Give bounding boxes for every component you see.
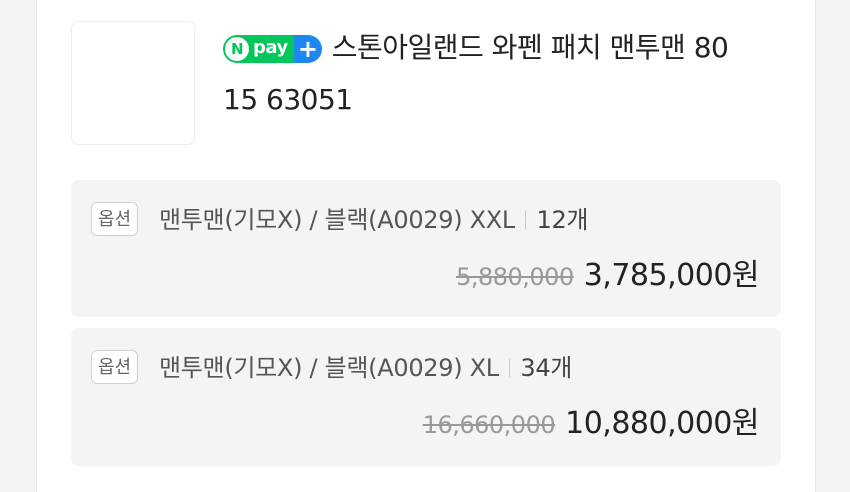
product-title-line2: 15 63051 [223,83,353,116]
option-prices: 5,880,000 3,785,000원 [456,256,759,297]
option-info: 맨투맨(기모X) / 블랙(A0029) XXL 12개 [159,202,589,238]
option-quantity: 12개 [536,206,589,234]
divider [508,359,511,377]
option-badge: 옵션 [91,202,139,236]
original-price: 16,660,000 [422,411,556,439]
npay-label: pay [249,35,294,63]
option-badge: 옵션 [91,350,139,384]
order-item-card: Npay + 스톤아일랜드 와펜 패치 맨투맨 80 15 63051 옵션 맨투맨… [36,0,816,492]
option-quantity: 34개 [520,354,573,382]
original-price: 5,880,000 [456,263,574,291]
option-box: 옵션 맨투맨(기모X) / 블랙(A0029) XL 34개 16,660,000… [71,328,781,466]
final-price: 10,880,000원 [565,406,759,441]
option-info: 맨투맨(기모X) / 블랙(A0029) XL 34개 [159,350,572,386]
option-name: 맨투맨(기모X) / 블랙(A0029) XL [159,354,499,382]
product-thumbnail[interactable] [71,21,195,145]
product-title-line1: 스톤아일랜드 와펜 패치 맨투맨 80 [331,31,729,64]
final-price: 3,785,000원 [583,258,760,293]
option-box: 옵션 맨투맨(기모X) / 블랙(A0029) XXL 12개 5,880,000… [71,180,781,317]
npay-plus-badge: Npay + [223,35,322,63]
npay-n-icon: N [225,37,249,61]
product-title[interactable]: Npay + 스톤아일랜드 와펜 패치 맨투맨 80 15 63051 [223,22,793,126]
divider [524,211,527,229]
plus-icon: + [293,35,322,63]
option-name: 맨투맨(기모X) / 블랙(A0029) XXL [159,206,515,234]
option-prices: 16,660,000 10,880,000원 [422,404,760,445]
